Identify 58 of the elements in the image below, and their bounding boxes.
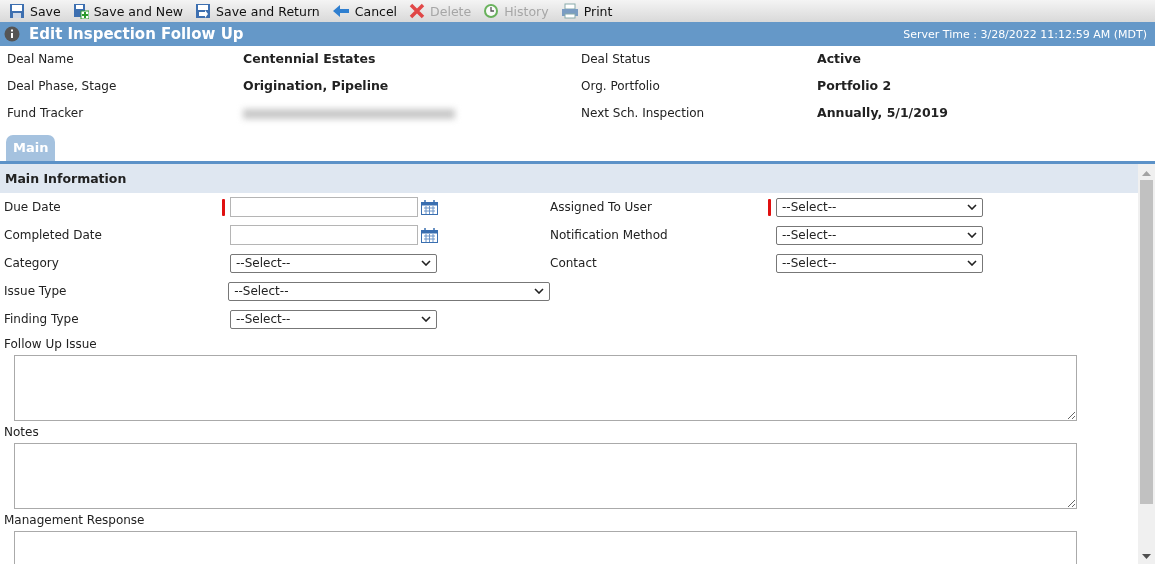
- field-label: Assigned To User: [550, 200, 653, 214]
- server-time: Server Time : 3/28/2022 11:12:59 AM (MDT): [903, 27, 1147, 41]
- page-title: Edit Inspection Follow Up: [29, 25, 244, 43]
- date-field[interactable]: [230, 197, 418, 217]
- clock-icon: [483, 3, 500, 19]
- calendar-icon[interactable]: [421, 227, 438, 243]
- field-label: Finding Type: [4, 312, 80, 326]
- field-label: Fund Tracker: [7, 105, 85, 120]
- dropdown[interactable]: --Select--: [776, 197, 983, 217]
- dropdown[interactable]: --Select--: [228, 281, 550, 301]
- scroll-down-icon[interactable]: [1142, 554, 1151, 559]
- dropdown[interactable]: --Select--: [776, 253, 983, 273]
- field-label: Deal Name: [7, 51, 75, 66]
- field-label: Notification Method: [550, 228, 669, 242]
- left-arrow-icon: [331, 4, 350, 18]
- chevron-down-icon: [534, 288, 544, 294]
- field-label: Follow Up Issue: [4, 337, 98, 351]
- field-value: Origination, Pipeline: [243, 78, 390, 93]
- date-field[interactable]: [230, 225, 418, 245]
- chevron-down-icon: [967, 204, 977, 210]
- x-icon: [409, 3, 426, 19]
- chevron-down-icon: [967, 232, 977, 238]
- field-label: Issue Type: [4, 284, 68, 298]
- field-label: Org. Portfolio: [581, 78, 661, 93]
- field-label: Completed Date: [4, 228, 103, 242]
- field-label: Category: [4, 256, 60, 270]
- chevron-down-icon: [967, 260, 977, 266]
- field-label: Notes: [4, 425, 40, 439]
- dropdown[interactable]: --Select--: [776, 225, 983, 245]
- text-area[interactable]: [14, 355, 1077, 421]
- save-new-icon: [72, 3, 89, 19]
- save-return-icon: [195, 3, 212, 19]
- field-value: Centennial Estates: [243, 51, 377, 66]
- scroll-up-icon[interactable]: [1142, 171, 1151, 176]
- calendar-icon[interactable]: [421, 199, 438, 215]
- field-label: Due Date: [4, 200, 62, 214]
- field-label: Deal Status: [581, 51, 652, 66]
- field-label: Deal Phase, Stage: [7, 78, 118, 93]
- info-icon: [4, 26, 20, 42]
- field-label: Next Sch. Inspection: [581, 105, 706, 120]
- chevron-down-icon: [421, 316, 431, 322]
- field-label: Management Response: [4, 513, 146, 527]
- section-header: Main Information: [0, 164, 1138, 193]
- scrollbar[interactable]: [1138, 164, 1155, 564]
- dropdown[interactable]: --Select--: [230, 253, 437, 273]
- toolbar-button[interactable]: Save and Return: [190, 0, 325, 22]
- field-value: Portfolio 2: [817, 78, 893, 93]
- chevron-down-icon: [421, 260, 431, 266]
- toolbar-button[interactable]: Print: [555, 0, 618, 22]
- text-area[interactable]: [14, 443, 1077, 509]
- field-value: Annually, 5/1/2019: [817, 105, 949, 120]
- printer-icon: [560, 3, 579, 19]
- toolbar-button[interactable]: Cancel: [326, 0, 403, 22]
- field-label: Contact: [550, 256, 598, 270]
- dropdown[interactable]: --Select--: [230, 309, 437, 329]
- field-value: Active: [817, 51, 862, 66]
- toolbar-button[interactable]: Save and New: [67, 0, 189, 22]
- toolbar-button[interactable]: Save: [4, 0, 66, 22]
